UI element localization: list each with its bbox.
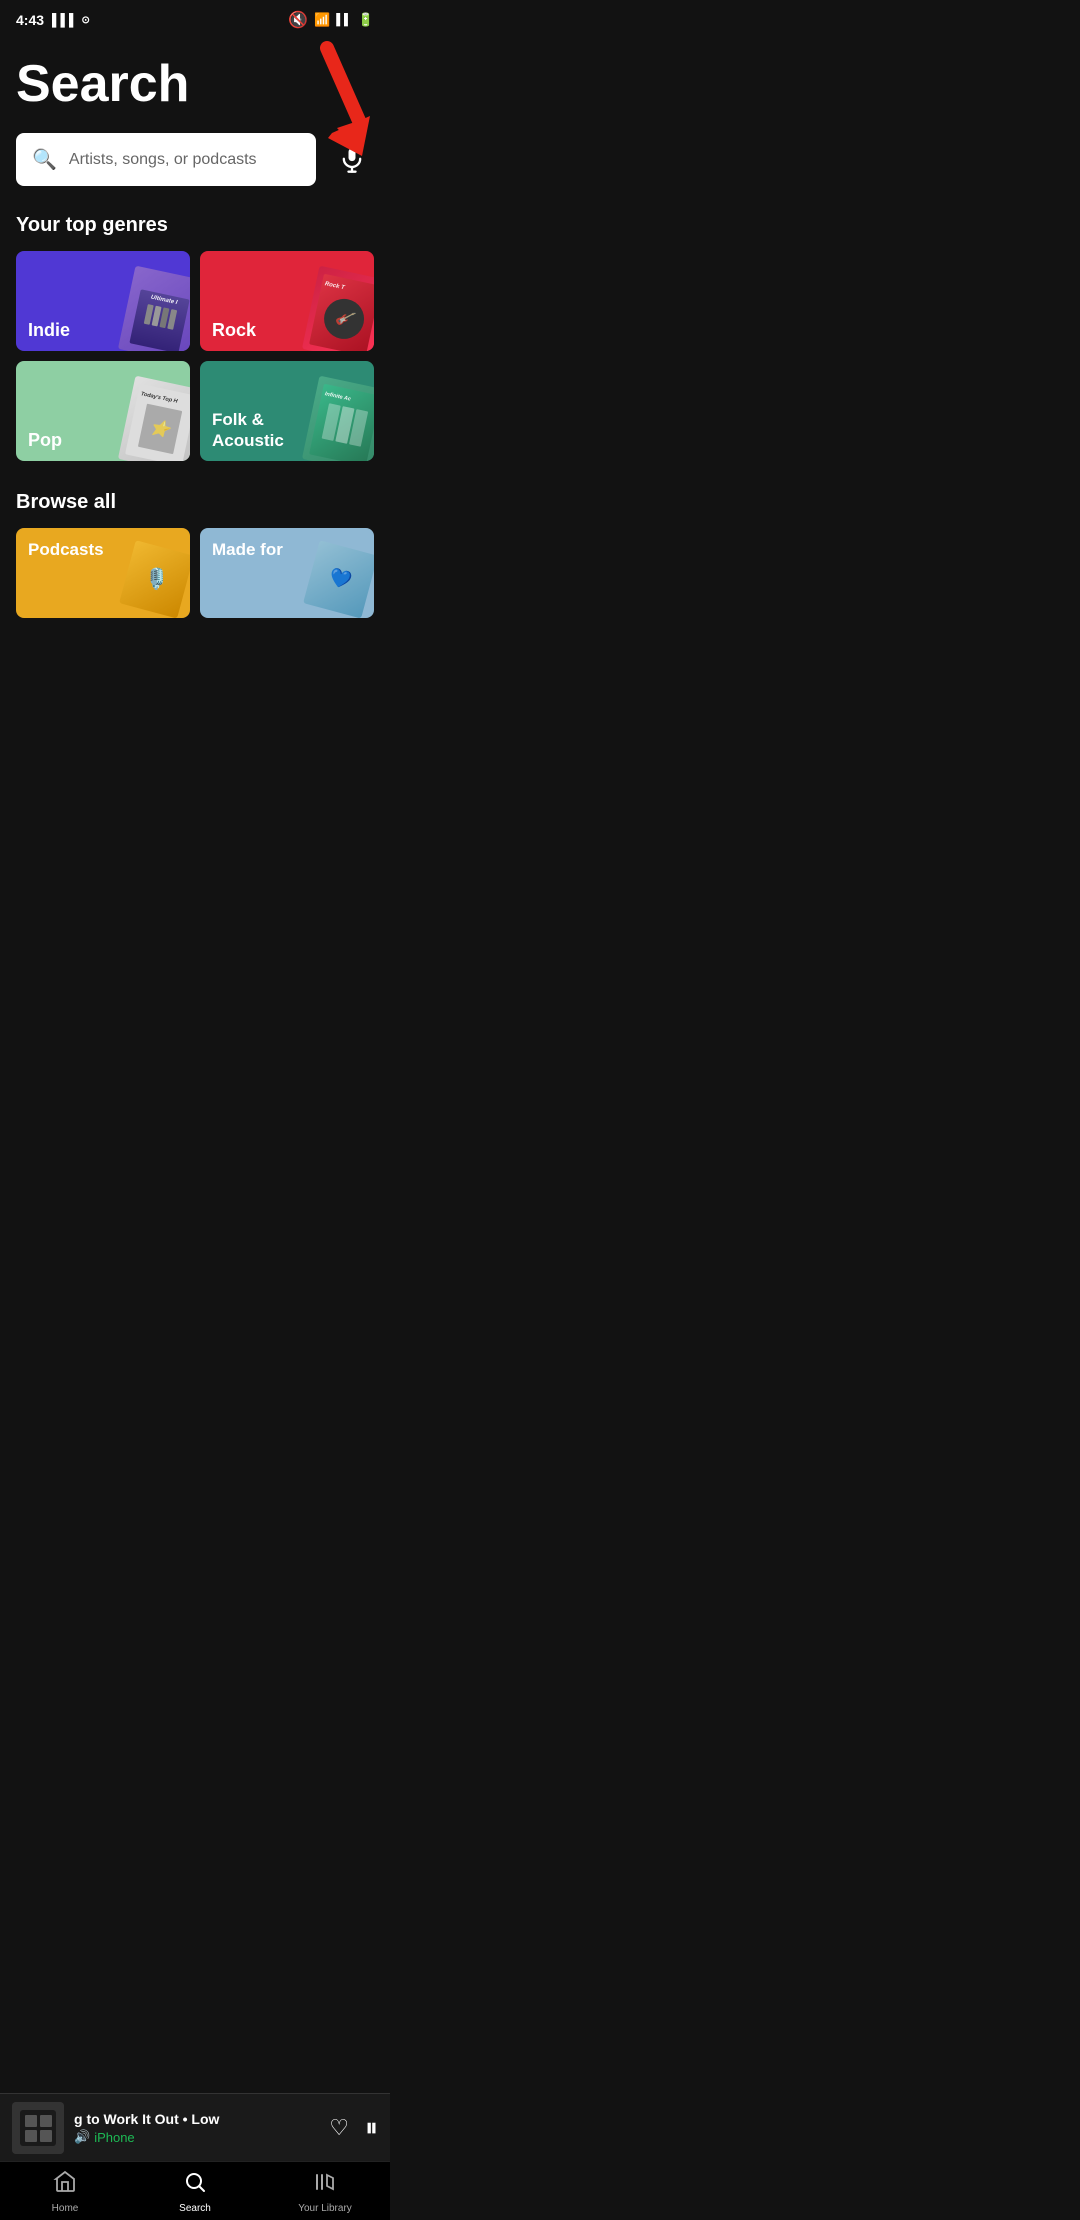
now-playing-track: g to Work It Out • Low	[74, 2111, 319, 2127]
search-placeholder: Artists, songs, or podcasts	[69, 151, 257, 169]
genre-card-rock[interactable]: Rock Rock T 🎸	[200, 251, 374, 351]
mic-icon	[338, 146, 366, 174]
genre-label-indie: Indie	[28, 320, 70, 341]
genre-grid: Indie Ultimate I Rock	[16, 251, 374, 461]
genre-label-pop: Pop	[28, 430, 62, 451]
browse-section: Browse all Podcasts 🎙️ Made for 💙	[16, 491, 374, 618]
nav-library[interactable]: Your Library	[260, 2170, 390, 2214]
top-genres-heading: Your top genres	[16, 214, 374, 237]
status-bar: 4:43 ▌▌▌ ⊙ 🔇 📶 ▌▌ 🔋	[0, 0, 390, 36]
bottom-nav: Home Search Your Library	[0, 2161, 390, 2220]
time-display: 4:43	[16, 12, 44, 28]
nav-home-label: Home	[52, 2203, 79, 2214]
library-icon	[313, 2170, 337, 2200]
nav-search[interactable]: Search	[130, 2170, 260, 2214]
nav-library-label: Your Library	[298, 2203, 352, 2214]
nav-search-label: Search	[179, 2203, 211, 2214]
status-time: 4:43 ▌▌▌ ⊙	[16, 12, 90, 28]
device-name: iPhone	[94, 2130, 134, 2145]
genre-art-folk: Infinite Ac	[302, 376, 374, 461]
browse-label-podcasts: Podcasts	[28, 540, 104, 559]
mic-button[interactable]	[330, 138, 374, 182]
status-icons: 🔇 📶 ▌▌ 🔋	[288, 10, 374, 30]
search-bar[interactable]: 🔍 Artists, songs, or podcasts	[16, 133, 316, 186]
genre-art-rock: Rock T 🎸	[302, 266, 374, 351]
nav-home[interactable]: Home	[0, 2170, 130, 2214]
genre-card-pop[interactable]: Pop Today's Top H ⭐	[16, 361, 190, 461]
browse-card-made-for[interactable]: Made for 💙	[200, 528, 374, 618]
browse-all-heading: Browse all	[16, 491, 374, 514]
genre-art-indie: Ultimate I	[118, 266, 190, 351]
battery-icon: 🔋	[358, 12, 374, 28]
genre-art-pop: Today's Top H ⭐	[118, 376, 190, 461]
now-playing-info: g to Work It Out • Low 🔊 iPhone	[74, 2111, 319, 2145]
heart-button[interactable]: ♡	[329, 2115, 349, 2141]
genre-card-indie[interactable]: Indie Ultimate I	[16, 251, 190, 351]
pause-button[interactable]: ⏸	[365, 2112, 378, 2144]
signal-icon: ▌▌▌	[52, 13, 78, 27]
genre-label-folk: Folk &Acoustic	[212, 410, 284, 451]
data-icon: ⊙	[82, 15, 90, 26]
page-title: Search	[16, 56, 374, 113]
signal2-icon: ▌▌	[336, 14, 352, 26]
search-icon: 🔍	[32, 147, 57, 172]
genre-label-rock: Rock	[212, 320, 256, 341]
browse-card-podcasts[interactable]: Podcasts 🎙️	[16, 528, 190, 618]
now-playing-bar[interactable]: g to Work It Out • Low 🔊 iPhone ♡ ⏸	[0, 2093, 390, 2162]
browse-label-made-for: Made for	[212, 540, 283, 559]
browse-grid: Podcasts 🎙️ Made for 💙	[16, 528, 374, 618]
genre-card-folk[interactable]: Folk &Acoustic Infinite Ac	[200, 361, 374, 461]
search-bar-row: 🔍 Artists, songs, or podcasts	[16, 133, 374, 186]
now-playing-actions: ♡ ⏸	[329, 2112, 378, 2144]
main-content: Search 🔍 Artists, songs, or podcasts	[0, 36, 390, 618]
mute-icon: 🔇	[288, 10, 308, 30]
now-playing-device: 🔊 iPhone	[74, 2129, 319, 2145]
now-playing-album-art	[12, 2102, 64, 2154]
search-nav-icon	[183, 2170, 207, 2200]
airplay-icon: 🔊	[74, 2129, 90, 2145]
wifi-icon: 📶	[314, 12, 330, 28]
home-icon	[53, 2170, 77, 2200]
